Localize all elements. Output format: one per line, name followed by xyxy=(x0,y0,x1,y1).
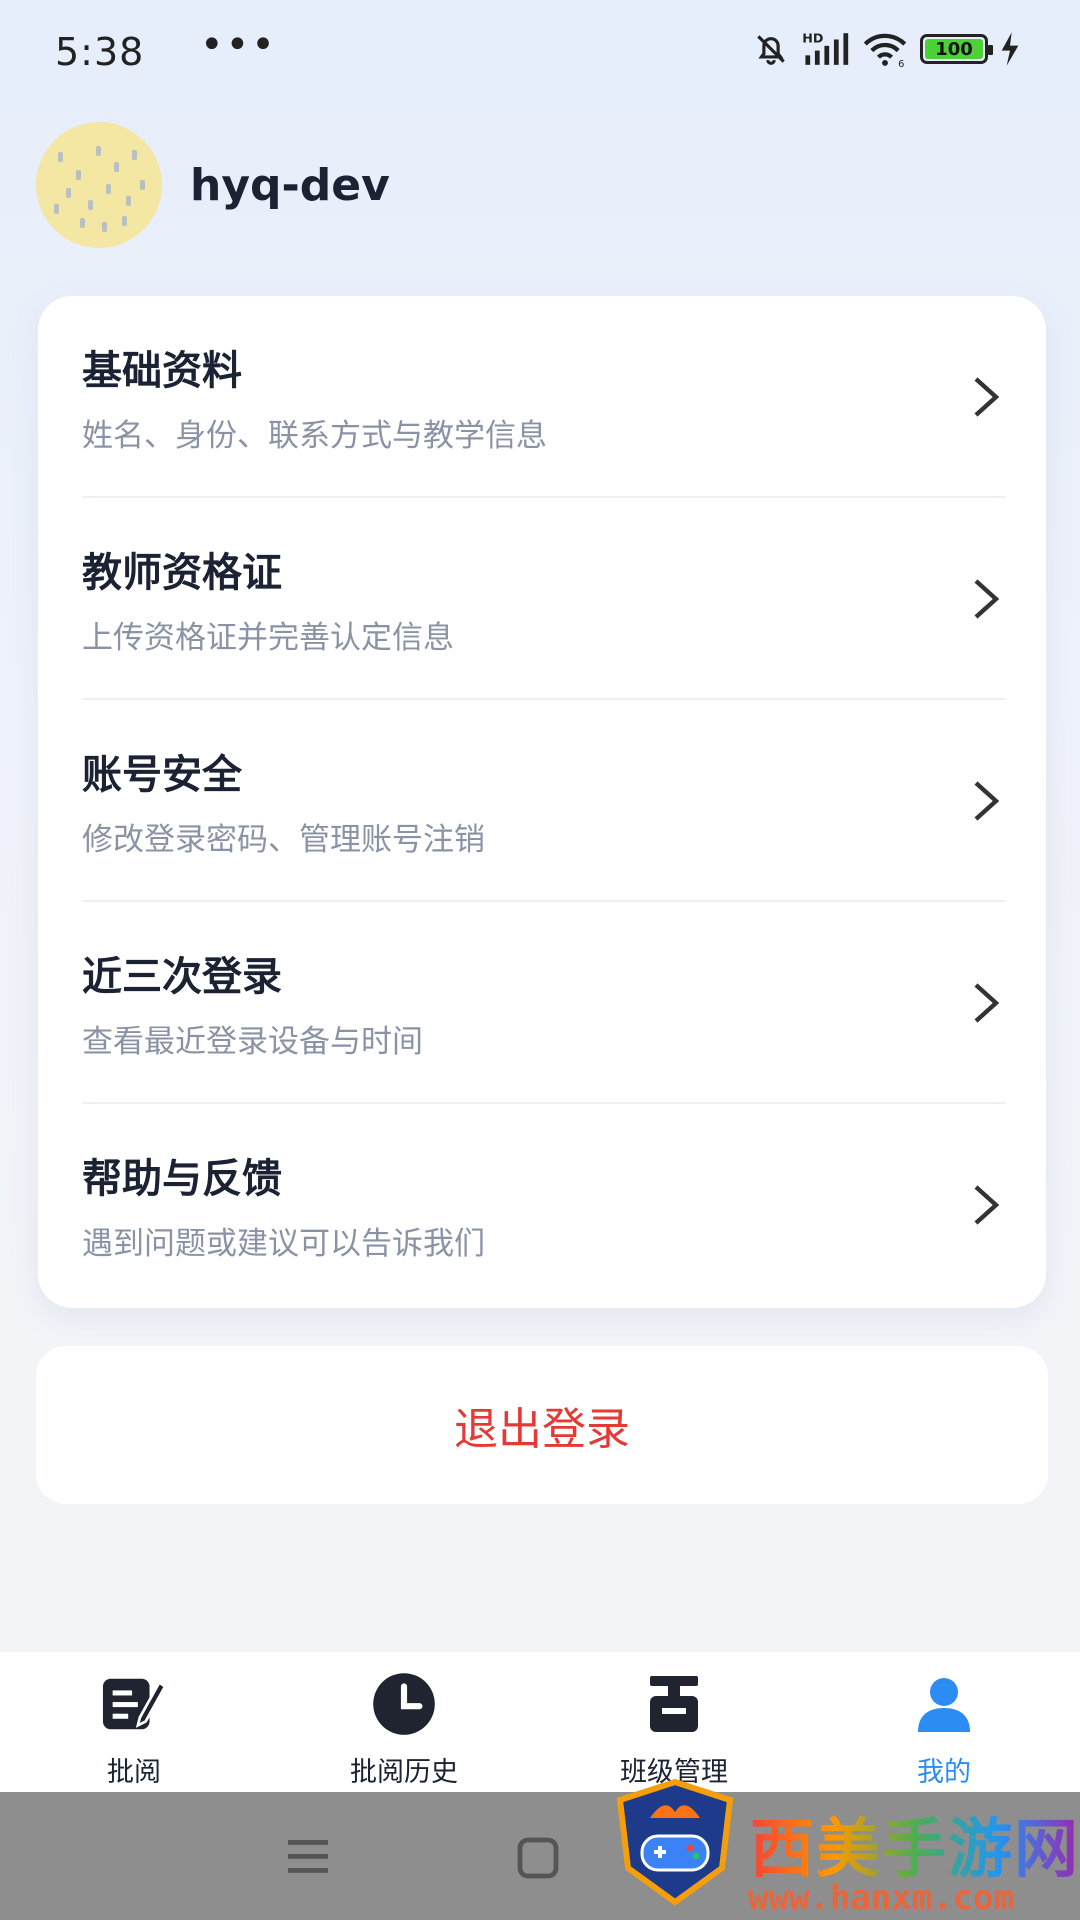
hd-signal-icon: HD xyxy=(802,31,849,65)
gamepad-shield-logo xyxy=(616,1778,734,1906)
status-time: 5:38 xyxy=(55,30,145,74)
menu-item-account-security[interactable]: 账号安全 修改登录密码、管理账号注销 xyxy=(82,700,1006,902)
menu-item-title: 教师资格证 xyxy=(82,550,282,596)
status-bar: 5:38 ••• HD 6 100 xyxy=(0,0,1080,100)
menu-item-subtitle: 查看最近登录设备与时间 xyxy=(82,1024,423,1060)
menu-item-title: 账号安全 xyxy=(82,752,242,798)
svg-text:HD: HD xyxy=(802,31,823,46)
menu-item-title: 近三次登录 xyxy=(82,954,282,1000)
wifi-icon: 6 xyxy=(863,33,907,68)
chevron-right-icon xyxy=(974,377,1000,417)
tab-label: 批阅 xyxy=(107,1757,161,1788)
menu-item-basic-info[interactable]: 基础资料 姓名、身份、联系方式与教学信息 xyxy=(82,296,1006,498)
watermark-title: 西美手游网 xyxy=(750,1798,1080,1890)
battery-level: 100 xyxy=(925,39,983,60)
menu-item-help-feedback[interactable]: 帮助与反馈 遇到问题或建议可以告诉我们 xyxy=(82,1104,1006,1306)
username: hyq-dev xyxy=(190,159,390,211)
svg-text:6: 6 xyxy=(898,59,904,68)
menu-item-recent-logins[interactable]: 近三次登录 查看最近登录设备与时间 xyxy=(82,902,1006,1104)
avatar[interactable] xyxy=(36,122,162,248)
charging-icon xyxy=(1001,32,1019,66)
menu-item-subtitle: 姓名、身份、联系方式与教学信息 xyxy=(82,418,547,454)
home-icon[interactable] xyxy=(516,1836,560,1880)
menu-item-subtitle: 修改登录密码、管理账号注销 xyxy=(82,822,485,858)
tab-class-management[interactable]: 班级管理 xyxy=(574,1670,774,1789)
chevron-right-icon xyxy=(974,781,1000,821)
profile-header[interactable]: hyq-dev xyxy=(36,122,390,248)
tab-review[interactable]: 批阅 xyxy=(34,1670,234,1789)
watermark: 西美手游网 www.hanxm.com xyxy=(610,1778,1080,1920)
chevron-right-icon xyxy=(974,1185,1000,1225)
edit-document-icon xyxy=(102,1678,167,1730)
tab-mine[interactable]: 我的 xyxy=(844,1670,1044,1789)
chevron-right-icon xyxy=(974,983,1000,1023)
battery-icon: 100 xyxy=(920,34,993,64)
settings-menu-card: 基础资料 姓名、身份、联系方式与教学信息 教师资格证 上传资格证并完善认定信息 … xyxy=(38,296,1046,1308)
tab-label: 我的 xyxy=(917,1757,971,1788)
logout-button[interactable]: 退出登录 xyxy=(36,1346,1048,1504)
tab-label: 批阅历史 xyxy=(350,1757,458,1788)
class-box-icon xyxy=(650,1676,698,1732)
bottom-tab-bar: 批阅 批阅历史 班级管理 我的 xyxy=(0,1652,1080,1792)
logout-label: 退出登录 xyxy=(454,1404,630,1455)
status-more-dots: ••• xyxy=(200,22,277,68)
bell-muted-icon xyxy=(757,35,785,65)
person-icon xyxy=(918,1678,970,1732)
menu-item-title: 帮助与反馈 xyxy=(82,1156,282,1202)
menu-item-teacher-certificate[interactable]: 教师资格证 上传资格证并完善认定信息 xyxy=(82,498,1006,700)
menu-item-subtitle: 上传资格证并完善认定信息 xyxy=(82,620,454,656)
tab-review-history[interactable]: 批阅历史 xyxy=(304,1670,504,1789)
watermark-url: www.hanxm.com xyxy=(748,1878,1015,1918)
status-icons: HD 6 100 xyxy=(752,30,1020,68)
menu-item-subtitle: 遇到问题或建议可以告诉我们 xyxy=(82,1226,485,1262)
menu-icon[interactable] xyxy=(286,1836,330,1876)
menu-item-title: 基础资料 xyxy=(82,348,242,394)
clock-icon xyxy=(373,1673,435,1735)
chevron-right-icon xyxy=(974,579,1000,619)
